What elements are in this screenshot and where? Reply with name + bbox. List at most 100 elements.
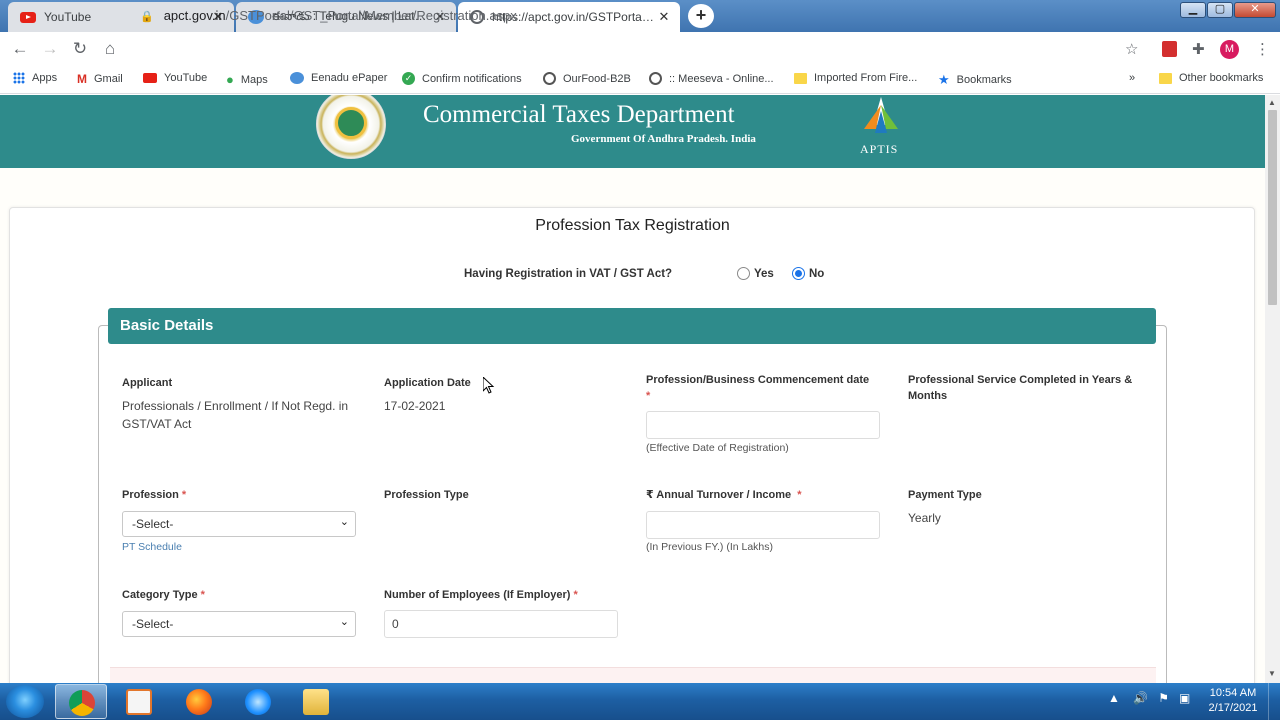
- forward-arrow-icon[interactable]: →: [35, 39, 65, 59]
- bookmark-label: YouTube: [164, 72, 208, 84]
- profession-select[interactable]: -Select- ⌄: [122, 511, 356, 537]
- folder-icon: [1159, 72, 1172, 84]
- internet-explorer-icon: [245, 689, 271, 715]
- bookmark-label: Imported From Fire...: [814, 72, 918, 84]
- bookmark-gmail[interactable]: M Gmail: [77, 72, 123, 86]
- firefox-icon: [186, 689, 212, 715]
- volume-icon[interactable]: 🔊: [1133, 691, 1148, 705]
- back-arrow-icon[interactable]: ←: [5, 39, 35, 59]
- department-subtitle: Government Of Andhra Pradesh. India: [571, 133, 756, 145]
- eenadu-icon: [290, 72, 304, 84]
- bookmark-label: Other bookmarks: [1179, 72, 1264, 84]
- category-type-select[interactable]: -Select- ⌄: [122, 611, 356, 637]
- selected-value: -Select-: [132, 517, 174, 531]
- label-text: Number of Employees (If Employer): [384, 589, 571, 601]
- label-text: Profession: [122, 489, 179, 501]
- close-icon[interactable]: ✕: [656, 9, 672, 25]
- action-center-flag-icon[interactable]: ⚑: [1158, 691, 1169, 705]
- bookmark-maps[interactable]: ● Maps: [226, 72, 268, 87]
- tray-expand-icon[interactable]: ▲: [1108, 691, 1120, 705]
- bookmark-ourfood[interactable]: OurFood-B2B: [543, 72, 631, 85]
- taskbar-chrome[interactable]: [55, 684, 107, 719]
- required-marker: *: [200, 589, 205, 601]
- folder-icon: [794, 72, 807, 84]
- reload-icon[interactable]: ↻: [65, 39, 95, 59]
- globe-icon: [543, 72, 556, 85]
- home-icon[interactable]: ⌂: [95, 39, 125, 59]
- employees-input[interactable]: 0: [384, 610, 618, 638]
- page-scrollbar[interactable]: ▲ ▼: [1265, 95, 1280, 683]
- system-tray: ▲ 🔊 ⚑ ▣: [1108, 691, 1190, 705]
- scroll-up-icon[interactable]: ▲: [1268, 98, 1276, 107]
- pt-schedule-link[interactable]: PT Schedule: [122, 541, 182, 553]
- chevron-down-icon: ⌄: [339, 616, 349, 628]
- bookmarks-overflow-button[interactable]: »: [1129, 72, 1135, 84]
- new-tab-button[interactable]: +: [688, 4, 714, 28]
- lock-icon: 🔒: [140, 11, 154, 23]
- emblem-center: [335, 107, 367, 139]
- taskbar-file-explorer[interactable]: [290, 684, 342, 719]
- bookmark-meeseva[interactable]: :: Meeseva - Online...: [649, 72, 774, 85]
- scroll-thumb[interactable]: [1268, 110, 1277, 305]
- bookmark-label: Maps: [240, 73, 268, 86]
- annual-turnover-help: (In Previous FY.) (In Lakhs): [646, 541, 774, 553]
- minimize-button[interactable]: ▁: [1180, 2, 1206, 18]
- url-host: apct.gov.in: [163, 8, 226, 23]
- payment-type-value: Yearly: [908, 511, 941, 525]
- taskbar-internet-explorer[interactable]: [232, 684, 284, 719]
- bookmark-label: OurFood-B2B: [563, 72, 631, 85]
- bookmark-eenadu[interactable]: Eenadu ePaper: [290, 72, 387, 84]
- vat-no-label[interactable]: No: [809, 268, 824, 280]
- profession-label: Profession *: [122, 487, 186, 503]
- bookmark-label: :: Meeseva - Online...: [669, 72, 774, 85]
- show-desktop-button[interactable]: [1268, 683, 1280, 720]
- page-title: Profession Tax Registration: [535, 217, 730, 234]
- other-bookmarks[interactable]: Other bookmarks: [1159, 72, 1263, 84]
- clock-date[interactable]: 2/17/2021: [1203, 702, 1263, 714]
- bookmark-youtube[interactable]: YouTube: [143, 72, 207, 84]
- youtube-icon: [20, 11, 36, 23]
- maximize-button[interactable]: ▢: [1207, 2, 1233, 18]
- clock-time[interactable]: 10:54 AM: [1203, 687, 1263, 699]
- annual-turnover-label: ₹ Annual Turnover / Income *: [646, 487, 802, 503]
- menu-dots-icon[interactable]: ⋮: [1255, 40, 1270, 58]
- basic-details-header: [108, 308, 1156, 344]
- window-close-button[interactable]: ✕: [1234, 2, 1276, 18]
- vat-no-radio[interactable]: [792, 267, 805, 280]
- bookmark-apps[interactable]: Apps: [13, 72, 57, 84]
- extensions-puzzle-icon[interactable]: ✚: [1192, 40, 1205, 58]
- label-text: Category Type: [122, 589, 198, 601]
- vat-yes-radio[interactable]: [737, 267, 750, 280]
- bookmark-label: Gmail: [94, 73, 123, 85]
- service-completed-label: Professional Service Completed in Years …: [908, 374, 1133, 402]
- scroll-down-icon[interactable]: ▼: [1268, 669, 1276, 678]
- payment-type-label: Payment Type: [908, 489, 982, 501]
- pdf-extension-icon[interactable]: [1162, 41, 1177, 57]
- taskbar-firefox[interactable]: [173, 684, 225, 719]
- bookmark-bookmarks[interactable]: ★ Bookmarks: [938, 72, 1012, 88]
- apps-grid-icon: [13, 72, 25, 84]
- taskbar-media-player[interactable]: [113, 684, 165, 719]
- address-toolbar: ← → ↻ ⌂: [0, 32, 1280, 66]
- application-date-label: Application Date: [384, 377, 471, 389]
- avatar[interactable]: M: [1220, 40, 1239, 59]
- application-date-value: 17-02-2021: [384, 399, 446, 413]
- bookmark-imported[interactable]: Imported From Fire...: [794, 72, 917, 84]
- bookmark-label: Bookmarks: [956, 74, 1012, 86]
- network-icon[interactable]: ▣: [1179, 691, 1190, 705]
- youtube-icon: [143, 73, 157, 83]
- start-button[interactable]: [6, 685, 44, 718]
- required-marker: *: [797, 489, 802, 501]
- url-path: /GSTPortal/GST_Portal/Member/Registratio…: [225, 8, 517, 23]
- bookmark-label: Eenadu ePaper: [311, 72, 388, 84]
- globe-icon: [649, 72, 662, 85]
- bookmarks-bar: Apps M Gmail YouTube ● Maps Eenadu ePaper …: [0, 66, 1280, 94]
- annual-turnover-input[interactable]: [646, 511, 880, 539]
- commencement-date-input[interactable]: [646, 411, 880, 439]
- aptis-logo-icon: [864, 97, 898, 133]
- selected-value: -Select-: [132, 617, 174, 631]
- bookmark-star-icon[interactable]: ☆: [1125, 40, 1138, 58]
- url-field[interactable]: 🔒 apct.gov.in/GSTPortal/GST_Portal/Member…: [140, 8, 517, 23]
- vat-yes-label[interactable]: Yes: [754, 268, 774, 280]
- bookmark-confirm[interactable]: ✓ Confirm notifications: [402, 72, 522, 85]
